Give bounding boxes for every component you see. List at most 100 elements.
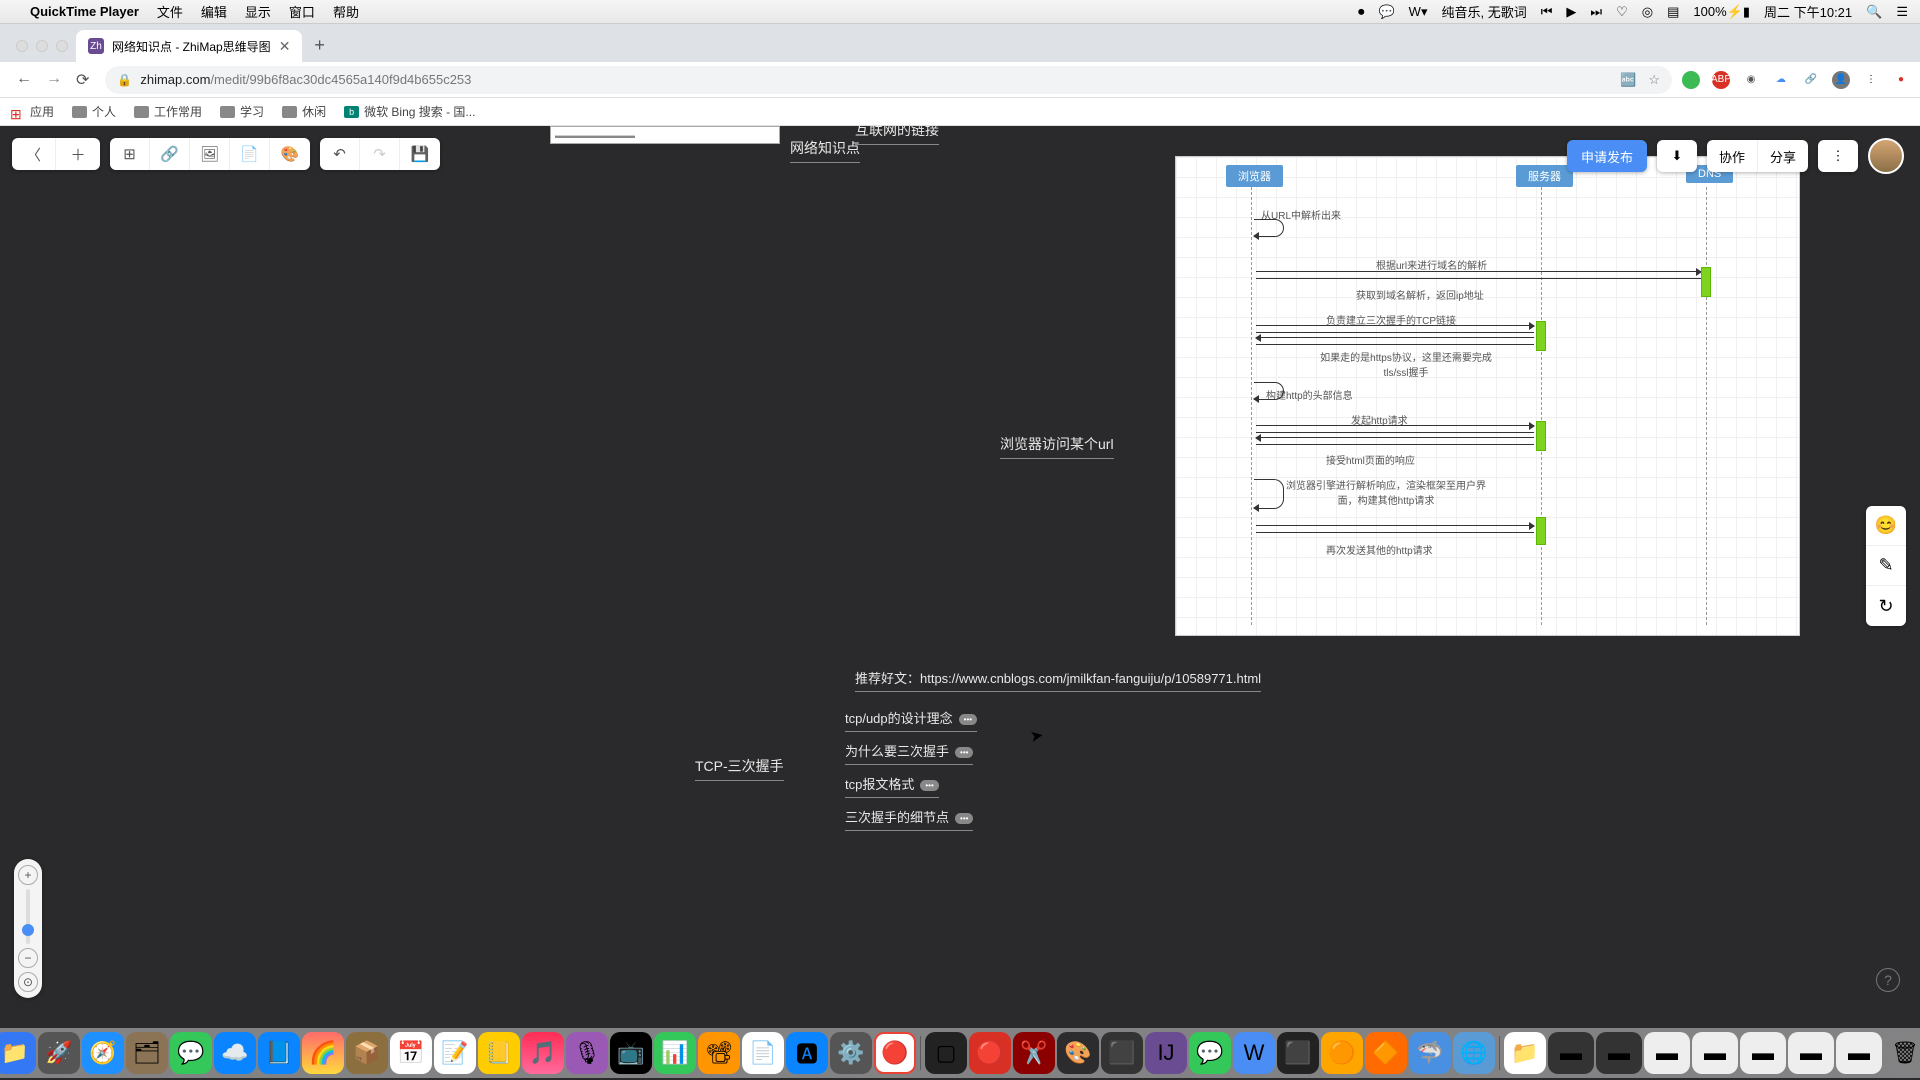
dock-app-icon[interactable]: 🎨 bbox=[1057, 1032, 1099, 1074]
ext-eye-icon[interactable]: ◉ bbox=[1742, 71, 1760, 89]
dock-iterm-icon[interactable]: ⬛ bbox=[1101, 1032, 1143, 1074]
control-center-icon[interactable]: ☰ bbox=[1896, 4, 1908, 20]
menu-file[interactable]: 文件 bbox=[157, 2, 183, 21]
style-icon[interactable]: 🎨 bbox=[270, 138, 310, 170]
share-button[interactable]: 分享 bbox=[1758, 140, 1808, 172]
undo-button[interactable]: ↶ bbox=[320, 138, 360, 170]
dock-wechat-icon[interactable]: 💬 bbox=[1189, 1032, 1231, 1074]
save-button[interactable]: 💾 bbox=[400, 138, 440, 170]
dock-word-icon[interactable]: W bbox=[1233, 1032, 1275, 1074]
bookmark-star-icon[interactable]: ☆ bbox=[1648, 72, 1660, 88]
node-sub-0[interactable]: tcp/udp的设计理念••• bbox=[845, 708, 977, 732]
dock-minimized-window[interactable]: ▬ bbox=[1548, 1032, 1594, 1074]
next-track-icon[interactable]: ⏭ bbox=[1590, 4, 1602, 20]
window-controls[interactable] bbox=[10, 40, 76, 62]
screen-record-icon[interactable]: ⏺ bbox=[1358, 4, 1365, 20]
dock-app-icon[interactable]: ✂️ bbox=[1013, 1032, 1055, 1074]
dock-music-icon[interactable]: 🎵 bbox=[522, 1032, 564, 1074]
collapsed-indicator[interactable]: ••• bbox=[959, 714, 977, 725]
ext-link-icon[interactable]: 🔗 bbox=[1802, 71, 1820, 89]
dock-appstore-icon[interactable]: 🅰 bbox=[786, 1032, 828, 1074]
dock-minimized-window[interactable]: ▬ bbox=[1596, 1032, 1642, 1074]
now-playing[interactable]: 纯音乐, 无歌词 bbox=[1441, 2, 1526, 21]
dock-launchpad-icon[interactable]: 🚀 bbox=[38, 1032, 80, 1074]
menu-window[interactable]: 窗口 bbox=[289, 2, 315, 21]
translate-icon[interactable]: 🔤 bbox=[1620, 72, 1636, 88]
dock-trash-icon[interactable]: 🗑 bbox=[1884, 1032, 1920, 1074]
dock-folder-icon[interactable]: 📁 bbox=[1504, 1032, 1546, 1074]
dock-minimized-window[interactable]: ▬ bbox=[1692, 1032, 1738, 1074]
play-icon[interactable]: ▶ bbox=[1566, 4, 1576, 20]
bookmark-bing[interactable]: b微软 Bing 搜索 - 国... bbox=[344, 103, 475, 120]
dock-app-icon[interactable]: 🌐 bbox=[1453, 1032, 1495, 1074]
battery-status[interactable]: 100% ⚡▮ bbox=[1693, 4, 1750, 20]
dock-app-icon[interactable]: 🔴 bbox=[969, 1032, 1011, 1074]
lock-icon[interactable]: 🔒 bbox=[117, 73, 132, 87]
back-button[interactable]: ← bbox=[16, 70, 32, 90]
download-button[interactable]: ⬇ bbox=[1657, 140, 1697, 172]
dock-reminders-icon[interactable]: 📝 bbox=[434, 1032, 476, 1074]
dock-numbers-icon[interactable]: 📊 bbox=[654, 1032, 696, 1074]
user-avatar[interactable] bbox=[1868, 138, 1904, 174]
add-node-button[interactable]: ＋ bbox=[56, 138, 100, 170]
heart-icon[interactable]: ♡ bbox=[1616, 4, 1628, 20]
back-nav-button[interactable]: 〈 bbox=[12, 138, 56, 170]
collapsed-indicator[interactable]: ••• bbox=[920, 780, 938, 791]
dock-app-icon[interactable]: 🟠 bbox=[1321, 1032, 1363, 1074]
browser-tab[interactable]: Zh 网络知识点 - ZhiMap思维导图 ✕ bbox=[76, 30, 302, 62]
structure-icon[interactable]: ⊞ bbox=[110, 138, 150, 170]
dock-app-icon[interactable]: ☁️ bbox=[214, 1032, 256, 1074]
dock-app-icon[interactable]: 📦 bbox=[346, 1032, 388, 1074]
apps-button[interactable]: ⊞应用 bbox=[10, 103, 54, 120]
dock-app-icon[interactable]: 📘 bbox=[258, 1032, 300, 1074]
dock-app-icon[interactable]: ⬛ bbox=[1277, 1032, 1319, 1074]
app-name[interactable]: QuickTime Player bbox=[30, 4, 139, 19]
node-browser-url[interactable]: 浏览器访问某个url bbox=[1000, 434, 1114, 459]
adblock-icon[interactable]: ABP bbox=[1712, 71, 1730, 89]
node-root[interactable]: 网络知识点 bbox=[790, 138, 860, 163]
image-icon[interactable]: 🖼 bbox=[190, 138, 230, 170]
address-bar[interactable]: 🔒 zhimap.com/medit/99b6f8ac30dc4565a140f… bbox=[105, 66, 1672, 94]
lyrics-icon[interactable]: ◎ bbox=[1642, 4, 1653, 20]
publish-button[interactable]: 申请发布 bbox=[1567, 140, 1647, 172]
dock-terminal-icon[interactable]: ▢ bbox=[925, 1032, 967, 1074]
close-tab-icon[interactable]: ✕ bbox=[279, 38, 291, 55]
node-sub-1[interactable]: 为什么要三次握手••• bbox=[845, 741, 973, 765]
link-icon[interactable]: 🔗 bbox=[150, 138, 190, 170]
redo-button[interactable]: ↷ bbox=[360, 138, 400, 170]
record-dot-icon[interactable]: ● bbox=[1892, 71, 1910, 89]
dock-photos-icon[interactable]: 🌈 bbox=[302, 1032, 344, 1074]
zhimap-canvas-area[interactable]: 〈 ＋ ⊞ 🔗 🖼 📄 🎨 ↶ ↷ 💾 申请发布 ⬇ 协作 分享 ⋮ 😊 ✎ ↻ bbox=[0, 126, 1920, 1012]
wechat-status-icon[interactable]: 💬 bbox=[1378, 4, 1394, 20]
dock-intellij-icon[interactable]: IJ bbox=[1145, 1032, 1187, 1074]
dock-safari-icon[interactable]: 🧭 bbox=[82, 1032, 124, 1074]
dock-chrome-icon[interactable]: 🔴 bbox=[874, 1032, 916, 1074]
thumbnail-preview[interactable]: ▬▬▬▬▬▬▬▬▬▬ bbox=[550, 126, 780, 144]
dock-app-icon[interactable]: 🦈 bbox=[1409, 1032, 1451, 1074]
bookmark-folder-work[interactable]: 工作常用 bbox=[134, 103, 202, 120]
collapsed-indicator[interactable]: ••• bbox=[955, 747, 973, 758]
dock-settings-icon[interactable]: ⚙️ bbox=[830, 1032, 872, 1074]
dock-app-icon[interactable]: 🗂 bbox=[126, 1032, 168, 1074]
node-tcp-handshake[interactable]: TCP-三次握手 bbox=[695, 756, 784, 781]
dock-notes-icon[interactable]: 📒 bbox=[478, 1032, 520, 1074]
menu-edit[interactable]: 编辑 bbox=[201, 2, 227, 21]
dock-minimized-window[interactable]: ▬ bbox=[1836, 1032, 1882, 1074]
more-icon[interactable]: ⋮ bbox=[1862, 71, 1880, 89]
playlist-icon[interactable]: ▤ bbox=[1667, 4, 1679, 20]
node-sub-3[interactable]: 三次握手的细节点••• bbox=[845, 807, 973, 831]
new-tab-button[interactable]: + bbox=[302, 35, 337, 62]
dock-keynote-icon[interactable]: 📽 bbox=[698, 1032, 740, 1074]
reload-button[interactable]: ⟳ bbox=[76, 70, 89, 90]
dock-minimized-window[interactable]: ▬ bbox=[1644, 1032, 1690, 1074]
dock-messages-icon[interactable]: 💬 bbox=[170, 1032, 212, 1074]
menu-help[interactable]: 帮助 bbox=[333, 2, 359, 21]
dock-minimized-window[interactable]: ▬ bbox=[1788, 1032, 1834, 1074]
dock-tv-icon[interactable]: 📺 bbox=[610, 1032, 652, 1074]
ext-cloud-icon[interactable]: ☁ bbox=[1772, 71, 1790, 89]
profile-icon[interactable]: 👤 bbox=[1832, 71, 1850, 89]
dock-pages-icon[interactable]: 📄 bbox=[742, 1032, 784, 1074]
dock-minimized-window[interactable]: ▬ bbox=[1740, 1032, 1786, 1074]
bookmark-folder-leisure[interactable]: 休闲 bbox=[282, 103, 326, 120]
bookmark-folder-personal[interactable]: 个人 bbox=[72, 103, 116, 120]
